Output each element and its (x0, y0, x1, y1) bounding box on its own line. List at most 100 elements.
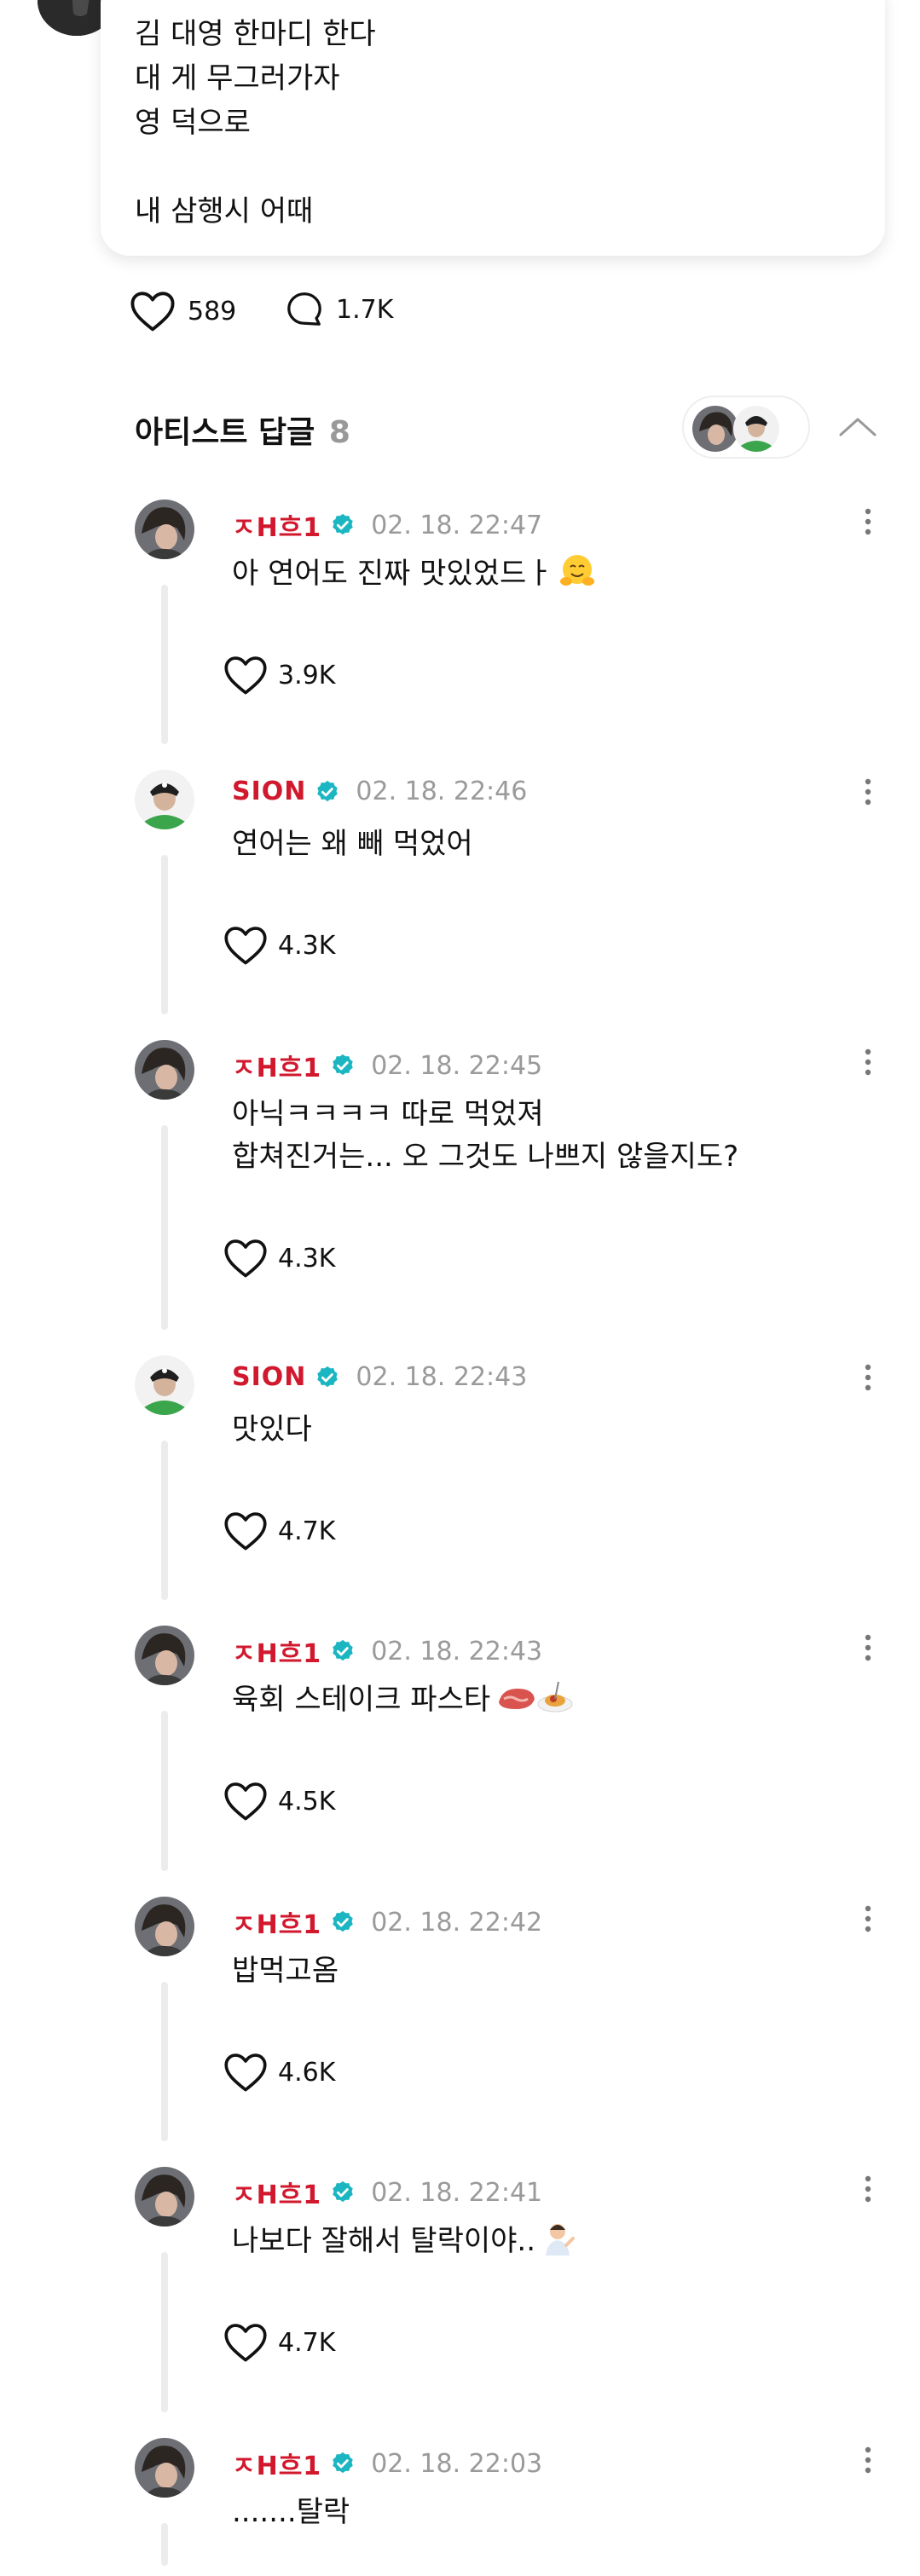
reply-text-content: 나보다 잘해서 탈락이야.. (232, 2224, 536, 2258)
reply-text: 나보다 잘해서 탈락이야.. (232, 2220, 578, 2269)
reply-author-name[interactable]: ㅈH흐1 (232, 2445, 321, 2482)
reply-text: 육회 스테이크 파스타 (232, 1678, 576, 1728)
more-options-icon[interactable] (859, 1045, 877, 1079)
hugging-face-emoji (558, 552, 596, 602)
reply-header: ㅈH흐1 02. 18. 22:43 (232, 1632, 542, 1670)
reply-timestamp: 02. 18. 22:42 (371, 1907, 543, 1938)
reply-author-name[interactable]: ㅈH흐1 (232, 1903, 321, 1941)
reply-header: ㅈH흐1 02. 18. 22:41 (232, 2174, 542, 2211)
person-tipping-hand-emoji (541, 2220, 578, 2269)
reply-avatar[interactable] (135, 1040, 194, 1100)
post-comment-button[interactable]: 1.7K (285, 290, 393, 329)
verified-badge-icon (333, 2180, 353, 2203)
heart-icon (224, 1782, 267, 1821)
reply-author-name[interactable]: ㅈH흐1 (232, 2174, 321, 2211)
chevron-up-icon[interactable] (837, 414, 878, 440)
more-options-icon[interactable] (859, 2443, 877, 2477)
heart-icon (130, 292, 175, 332)
verified-badge-icon (317, 780, 338, 801)
reply-like-button[interactable]: 4.7K (223, 2322, 335, 2363)
reply-header: ㅈH흐1 02. 18. 22:47 (232, 506, 542, 544)
reply-text-content: 맛있다 (232, 1412, 312, 1447)
post-comment-count: 1.7K (336, 294, 394, 325)
reply-like-button[interactable]: 4.3K (223, 1238, 335, 1279)
more-options-icon[interactable] (859, 2172, 877, 2206)
reply-header: SION 02. 18. 22:46 (232, 777, 527, 806)
thread-line (161, 2252, 168, 2412)
reply-like-count: 4.3K (278, 1243, 336, 1274)
reply-author-name[interactable]: ㅈH흐1 (232, 1047, 321, 1084)
reply-header: ㅈH흐1 02. 18. 22:45 (232, 1047, 542, 1084)
reply-like-button[interactable]: 4.5K (223, 1781, 335, 1822)
more-options-icon[interactable] (859, 1360, 877, 1395)
heart-icon (224, 656, 267, 695)
comment-bubble-icon (287, 292, 321, 326)
reply-text-content: 아 연어도 진짜 맛있었드ㅏ (232, 557, 553, 591)
artist-replies-label: 아티스트 답글 (135, 415, 315, 450)
thread-line (161, 1441, 168, 1600)
artist-replies-count: 8 (328, 415, 350, 450)
reply-text: 연어는 왜 빼 먹었어 (232, 823, 473, 865)
reply-author-name[interactable]: ㅈH흐1 (232, 1632, 321, 1670)
reply-text-content: 밥먹고옴 (232, 1954, 339, 1988)
artist-avatars-filter[interactable] (682, 396, 810, 459)
reply-avatar[interactable] (135, 2438, 194, 2498)
reply-text: 밥먹고옴 (232, 1949, 338, 1992)
reply-author-name[interactable]: ㅈH흐1 (232, 506, 321, 544)
artist-a-mini-avatar (692, 406, 738, 452)
meat-spaghetti-emoji (495, 1678, 576, 1728)
reply-like-count: 3.9K (278, 660, 336, 690)
more-options-icon[interactable] (859, 1631, 877, 1665)
post-like-count: 589 (188, 296, 237, 326)
post-line: 대 게 무그러가자 (135, 61, 340, 95)
reply-like-count: 4.7K (278, 1516, 336, 1546)
reply-text: .......탈락 (232, 2491, 350, 2533)
reply-like-button[interactable]: 4.6K (223, 2052, 335, 2093)
thread-line (161, 1125, 168, 1330)
reply-timestamp: 02. 18. 22:43 (371, 1636, 543, 1666)
reply-timestamp: 02. 18. 22:45 (371, 1050, 543, 1081)
more-options-icon[interactable] (859, 505, 877, 539)
reply-avatar[interactable] (135, 770, 194, 829)
verified-badge-icon (333, 1910, 353, 1932)
reply-text: 맛있다 (232, 1408, 312, 1451)
reply-timestamp: 02. 18. 22:47 (371, 510, 543, 540)
reply-like-button[interactable]: 4.7K (223, 1510, 335, 1551)
reply-timestamp: 02. 18. 22:03 (371, 2448, 543, 2479)
reply-timestamp: 02. 18. 22:46 (356, 777, 528, 806)
reply-timestamp: 02. 18. 22:43 (356, 1362, 528, 1392)
reply-author-name[interactable]: SION (232, 1362, 306, 1392)
artist-b-mini-avatar (733, 406, 779, 452)
reply-text-content: 연어는 왜 빼 먹었어 (232, 827, 473, 861)
artist-replies-title: 아티스트 답글 8 (135, 407, 350, 452)
reply-timestamp: 02. 18. 22:41 (371, 2177, 543, 2208)
post-like-button[interactable]: 589 (130, 290, 236, 332)
reply-avatar[interactable] (135, 500, 194, 559)
more-options-icon[interactable] (859, 775, 877, 809)
post-line: 김 대영 한마디 한다 (135, 17, 376, 51)
reply-like-count: 4.6K (278, 2057, 336, 2088)
verified-badge-icon (333, 513, 353, 535)
reply-text: 아 연어도 진짜 맛있었드ㅏ (232, 552, 596, 602)
reply-avatar[interactable] (135, 1897, 194, 1956)
reply-header: ㅈH흐1 02. 18. 22:03 (232, 2445, 542, 2482)
heart-icon (224, 2053, 267, 2092)
reply-avatar[interactable] (135, 1355, 194, 1415)
thread-line (161, 1711, 168, 1871)
reply-text-content: 아닉ㅋㅋㅋㅋ 따로 먹었져 합쳐진거는... 오 그것도 나쁘지 않을지도? (232, 1097, 739, 1174)
post-card: 김 대영 한마디 한다 대 게 무그러가자 영 덕으로 내 삼행시 어때 (101, 0, 885, 256)
reply-avatar[interactable] (135, 1626, 194, 1685)
verified-badge-icon (333, 1639, 353, 1661)
post-line: 내 삼행시 어때 (135, 194, 314, 228)
more-options-icon[interactable] (859, 1902, 877, 1936)
reply-text: 아닉ㅋㅋㅋㅋ 따로 먹었져 합쳐진거는... 오 그것도 나쁘지 않을지도? (232, 1093, 738, 1178)
heart-icon (224, 1239, 267, 1278)
post-line: 영 덕으로 (135, 106, 251, 140)
reply-like-count: 4.7K (278, 2327, 336, 2358)
reply-avatar[interactable] (135, 2167, 194, 2227)
verified-badge-icon (317, 1366, 338, 1387)
reply-like-button[interactable]: 4.3K (223, 925, 335, 966)
verified-badge-icon (333, 2452, 353, 2474)
reply-like-button[interactable]: 3.9K (223, 655, 335, 696)
reply-author-name[interactable]: SION (232, 777, 306, 806)
